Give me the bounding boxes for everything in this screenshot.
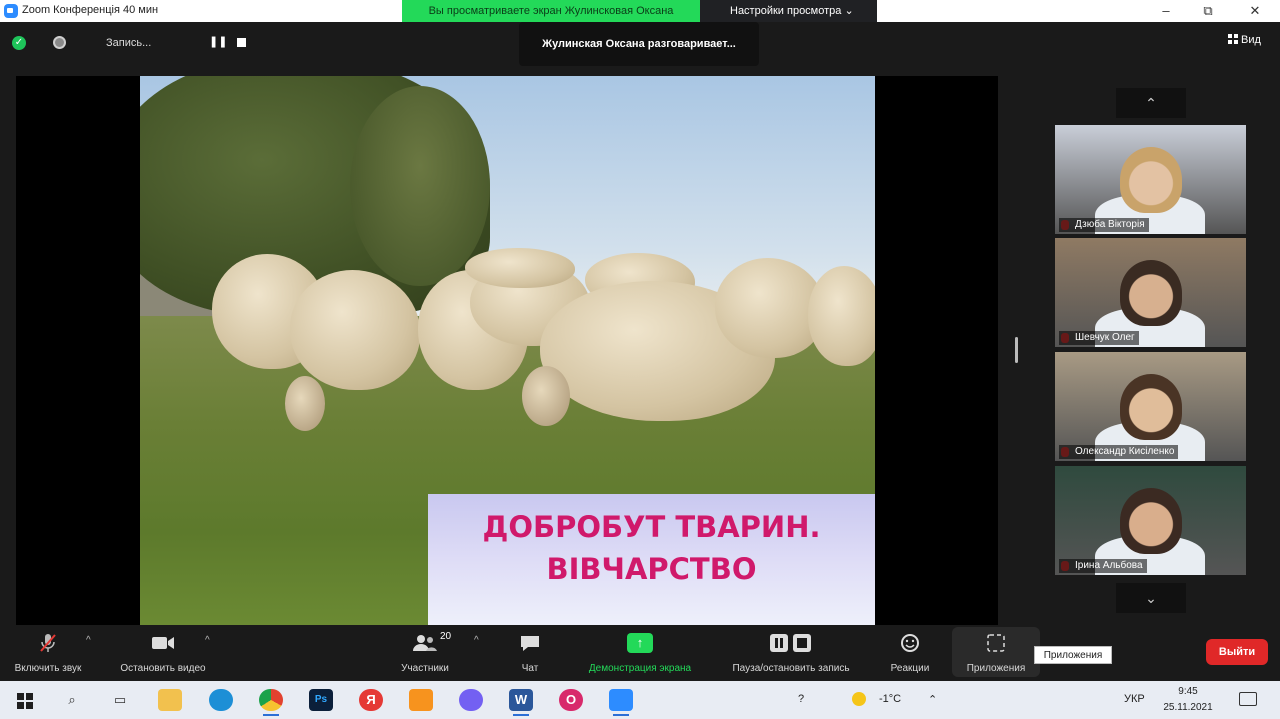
reactions-icon xyxy=(882,629,938,657)
view-label: Вид xyxy=(1241,34,1261,46)
yandex-icon[interactable]: Я xyxy=(359,689,383,711)
pause-stop-recording-label: Пауза/остановить запись xyxy=(732,663,850,674)
weather-icon xyxy=(852,692,866,706)
participant-name: Дзюба Вікторія xyxy=(1059,218,1149,232)
stop-video-button[interactable]: Остановить видео xyxy=(108,629,218,674)
apps-button[interactable]: Приложения xyxy=(956,629,1036,674)
opera-icon[interactable]: O xyxy=(559,689,583,711)
video-options-caret[interactable]: ^ xyxy=(205,635,210,646)
participants-label: Участники xyxy=(401,663,449,674)
windows-taskbar: ⌕ ▭ Ps Я W O ? -1°C ⌃ УКР 9:45 25.11.202… xyxy=(0,681,1280,719)
split-handle[interactable] xyxy=(1015,337,1018,363)
zoom-app-icon xyxy=(4,4,18,18)
apps-label: Приложения xyxy=(966,663,1026,674)
record-pause-stop-icon xyxy=(716,629,866,657)
search-icon[interactable]: ⌕ xyxy=(60,689,84,711)
active-speaker-banner: Жулинская Оксана разговаривает... xyxy=(519,22,759,66)
sheep xyxy=(465,248,575,288)
restore-button[interactable]: ⧉ xyxy=(1200,3,1216,19)
zoom-taskbar-icon[interactable] xyxy=(609,689,633,716)
record-icon xyxy=(53,36,66,49)
participant-face xyxy=(1120,147,1182,213)
date: 25.11.2021 xyxy=(1163,702,1213,713)
stop-video-label: Остановить видео xyxy=(120,663,206,674)
language-indicator[interactable]: УКР xyxy=(1124,693,1145,705)
participant-name: Олександр Кисіленко xyxy=(1059,445,1179,459)
chevron-down-icon[interactable]: ⌄ xyxy=(1116,583,1186,613)
chat-icon xyxy=(510,629,550,657)
unmute-label: Включить звук xyxy=(14,663,82,674)
title-bar: Zoom Конференція 40 мин Вы просматривает… xyxy=(0,0,1280,22)
photoshop-icon[interactable]: Ps xyxy=(309,689,333,711)
unmute-button[interactable]: Включить звук xyxy=(8,629,88,674)
zoom-meeting-window: Zoom Конференція 40 мин Вы просматривает… xyxy=(0,0,1280,719)
minimize-button[interactable]: – xyxy=(1158,3,1174,19)
chevron-up-icon[interactable]: ⌃ xyxy=(1116,88,1186,118)
close-button[interactable]: ✕ xyxy=(1247,3,1263,19)
participant-tile[interactable]: Дзюба Вікторія xyxy=(1055,125,1246,234)
apps-icon xyxy=(956,629,1036,657)
chat-button[interactable]: Чат xyxy=(510,629,550,674)
muted-mic-icon xyxy=(8,629,88,657)
participant-face xyxy=(1120,488,1182,554)
edge-icon[interactable] xyxy=(209,689,233,711)
presentation-slide: ДОБРОБУТ ТВАРИН. ВІВЧАРСТВО xyxy=(140,76,875,625)
time: 9:45 xyxy=(1178,686,1198,697)
sheep-head xyxy=(285,376,325,431)
video-camera-icon xyxy=(108,629,218,657)
participant-face xyxy=(1120,374,1182,440)
participants-options-caret[interactable]: ^ xyxy=(474,635,479,646)
clock[interactable]: 9:45 25.11.2021 xyxy=(1158,684,1218,716)
slide-title-line1: ДОБРОБУТ ТВАРИН. xyxy=(482,510,821,544)
slide-title-box: ДОБРОБУТ ТВАРИН. ВІВЧАРСТВО xyxy=(428,494,875,625)
participant-tile[interactable]: Ірина Альбова xyxy=(1055,466,1246,575)
recording-status: Запись... xyxy=(106,37,152,49)
chrome-icon[interactable] xyxy=(259,689,283,716)
file-explorer-icon[interactable] xyxy=(158,689,182,711)
help-icon[interactable]: ? xyxy=(798,693,804,705)
view-button[interactable]: Вид xyxy=(1228,34,1261,46)
participant-name: Шевчук Олег xyxy=(1059,331,1139,345)
share-screen-button[interactable]: ↑ Демонстрация экрана xyxy=(576,629,704,674)
sheep xyxy=(290,270,420,390)
windows-start-icon[interactable] xyxy=(17,693,33,709)
audio-options-caret[interactable]: ^ xyxy=(86,635,91,646)
meeting-toolbar: Включить звук ^ Остановить видео ^ Участ… xyxy=(0,625,1280,681)
participant-name: Ірина Альбова xyxy=(1059,559,1147,573)
view-options-button[interactable]: Настройки просмотра ⌄ xyxy=(700,0,877,22)
shield-icon[interactable]: ✓ xyxy=(12,36,26,50)
share-viewing-banner: Вы просматриваете экран Жулинсковая Окса… xyxy=(402,0,700,22)
shared-screen: ДОБРОБУТ ТВАРИН. ВІВЧАРСТВО xyxy=(16,76,998,625)
word-icon[interactable]: W xyxy=(509,689,533,716)
apps-tooltip: Приложения xyxy=(1034,646,1112,664)
participant-tile[interactable]: Олександр Кисіленко xyxy=(1055,352,1246,461)
leave-button[interactable]: Выйти xyxy=(1206,639,1268,665)
ok-icon[interactable] xyxy=(409,689,433,711)
pause-icon[interactable]: ❚❚ xyxy=(209,35,227,49)
meeting-top-bar: ✓ Запись... ❚❚ Жулинская Оксана разговар… xyxy=(0,22,1280,66)
reactions-button[interactable]: Реакции xyxy=(882,629,938,674)
participant-face xyxy=(1120,260,1182,326)
reactions-label: Реакции xyxy=(890,663,930,674)
share-screen-label: Демонстрация экрана xyxy=(588,663,692,674)
slide-title-line2: ВІВЧАРСТВО xyxy=(546,552,757,586)
stop-icon[interactable] xyxy=(237,38,246,47)
window-title: Zoom Конференція 40 мин xyxy=(22,4,159,16)
pause-stop-recording-button[interactable]: Пауза/остановить запись xyxy=(716,629,866,674)
sheep xyxy=(808,266,875,366)
share-screen-icon: ↑ xyxy=(627,633,653,653)
tray-expand-icon[interactable]: ⌃ xyxy=(928,693,937,706)
chat-label: Чат xyxy=(521,663,539,674)
participants-count: 20 xyxy=(440,631,452,642)
participant-tile[interactable]: Шевчук Олег xyxy=(1055,238,1246,347)
temperature[interactable]: -1°C xyxy=(879,693,901,705)
grid-view-icon xyxy=(1228,34,1238,44)
viber-icon[interactable] xyxy=(459,689,483,711)
task-view-icon[interactable]: ▭ xyxy=(108,689,132,711)
sheep-head xyxy=(522,366,570,426)
notification-icon[interactable] xyxy=(1239,692,1257,706)
tree-top xyxy=(350,86,490,286)
